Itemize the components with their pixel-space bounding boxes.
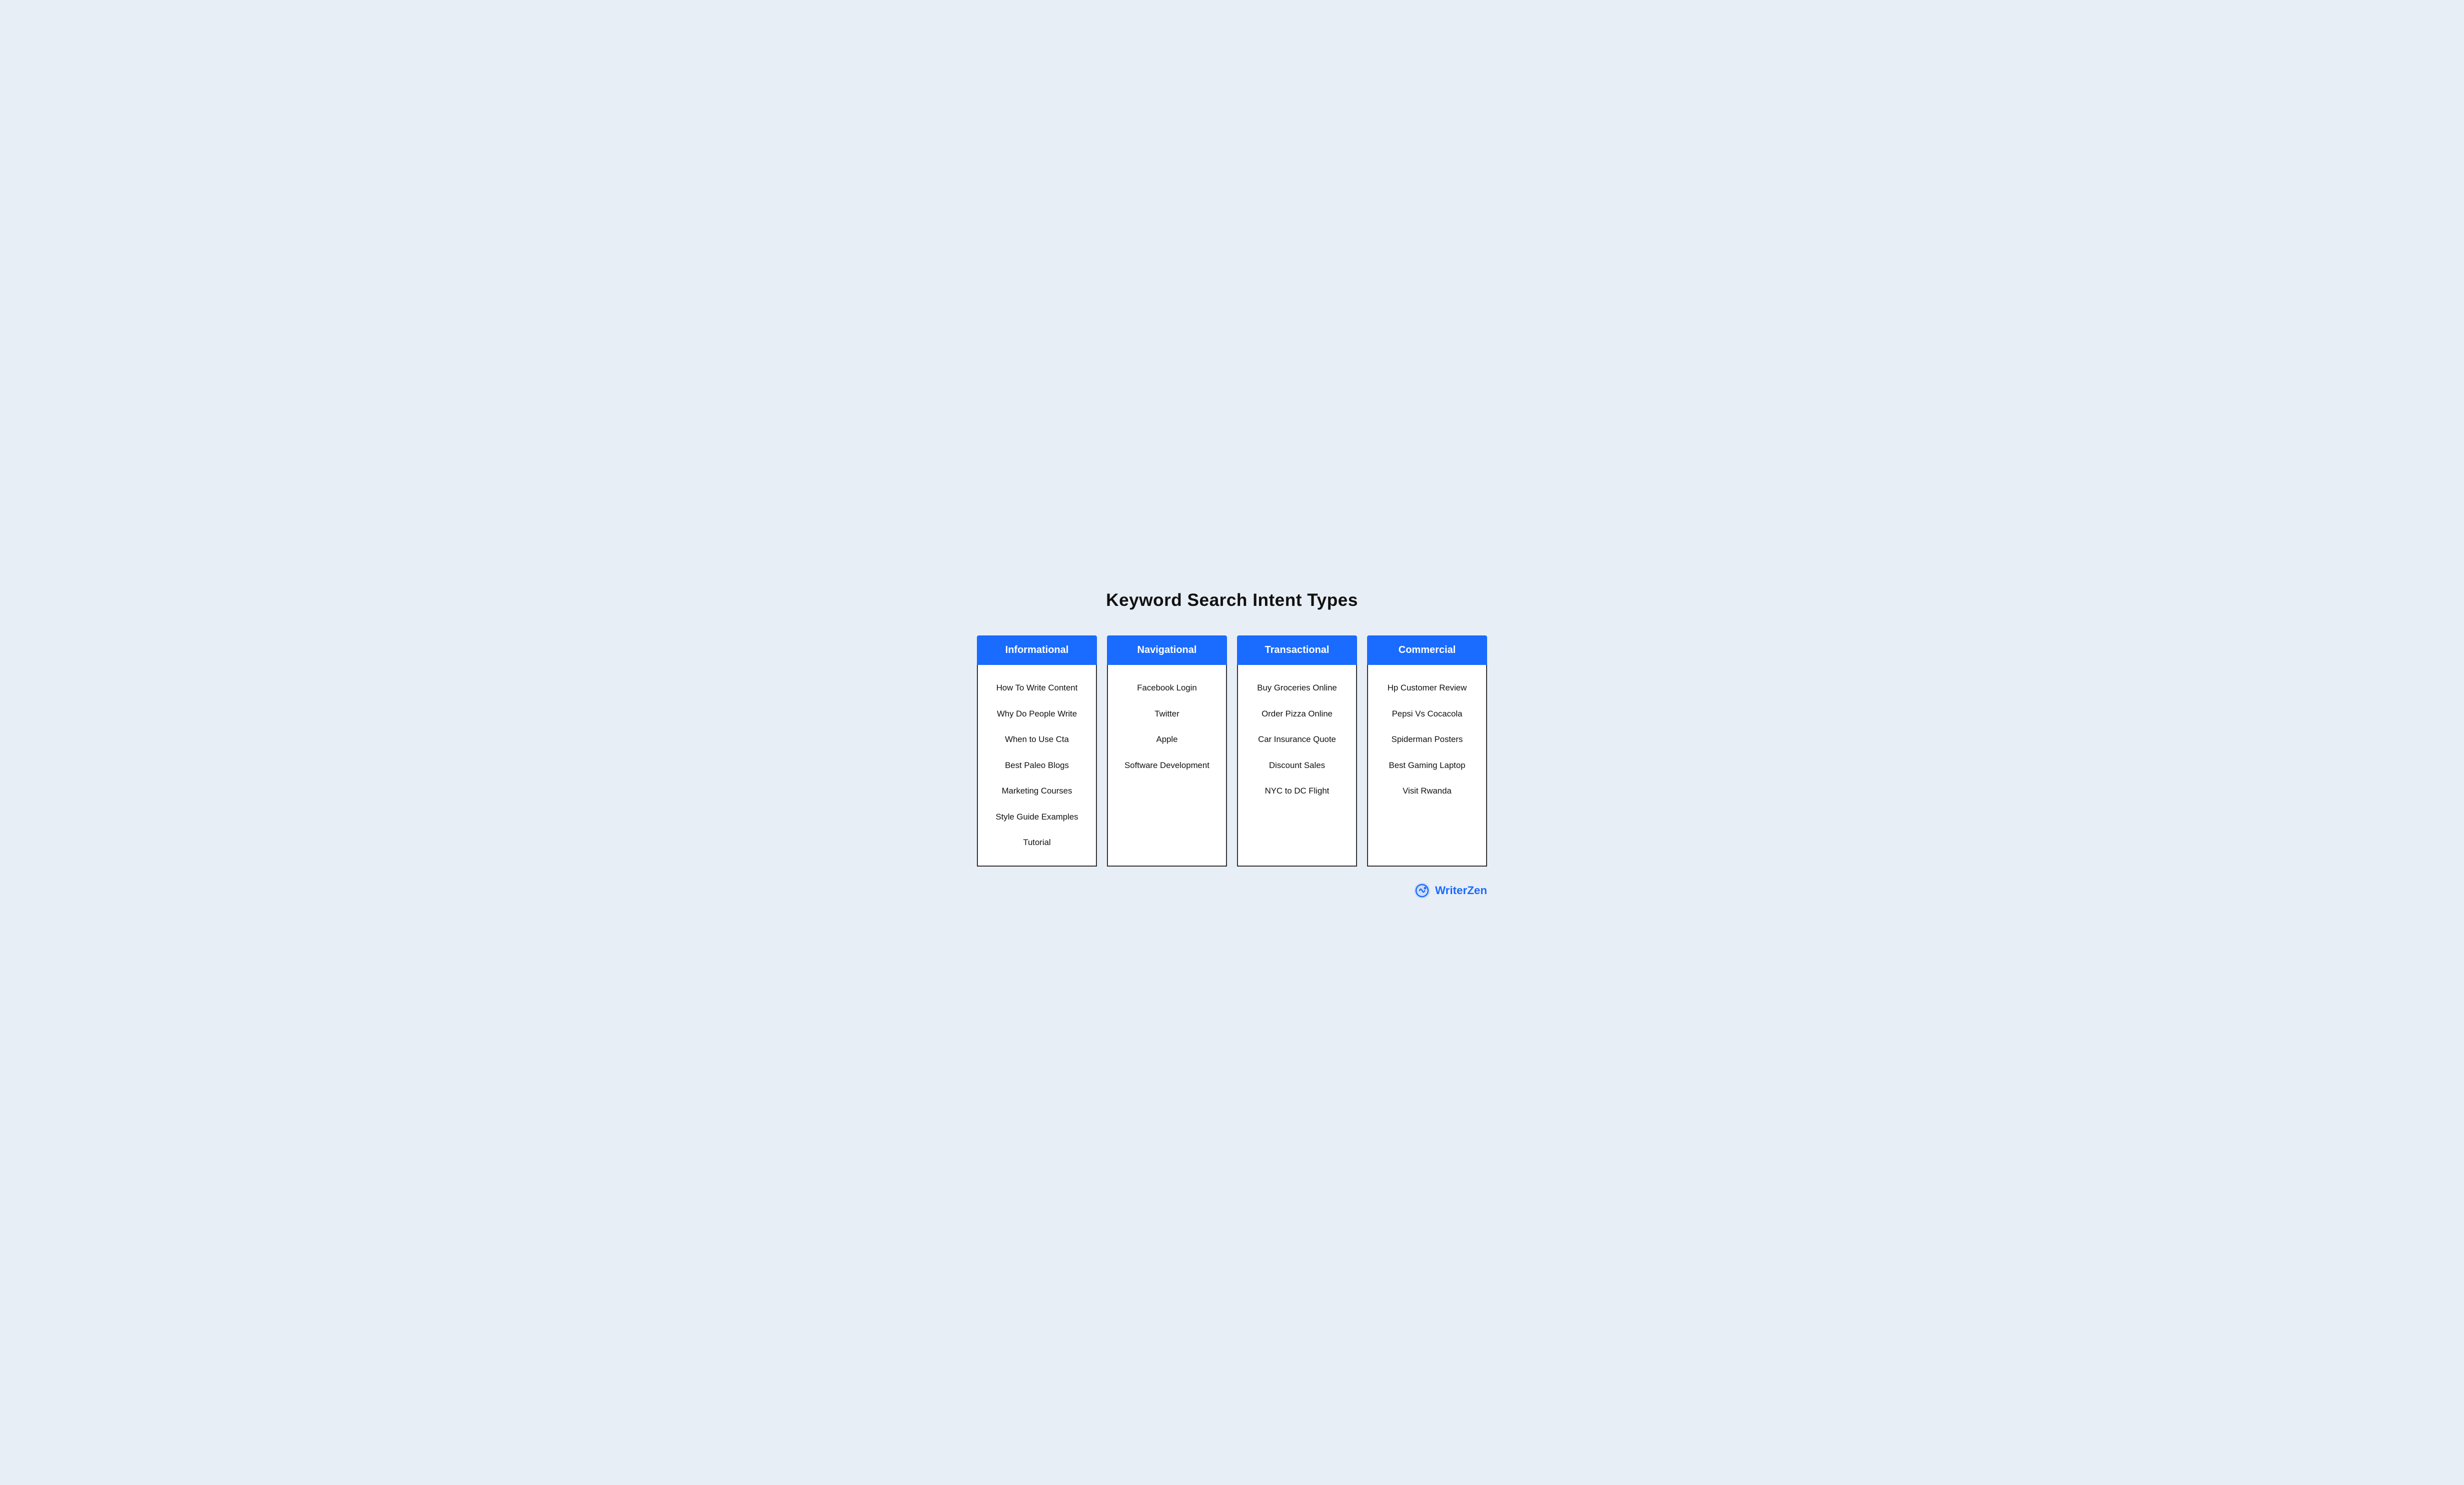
column-item-commercial-2: Spiderman Posters <box>1373 726 1481 753</box>
column-item-informational-2: When to Use Cta <box>983 726 1091 753</box>
page-title: Keyword Search Intent Types <box>977 590 1487 610</box>
column-item-transactional-2: Car Insurance Quote <box>1243 726 1351 753</box>
logo-black-part: Zen <box>1467 884 1487 897</box>
column-commercial: CommercialHp Customer ReviewPepsi Vs Coc… <box>1367 635 1487 867</box>
columns-grid: InformationalHow To Write ContentWhy Do … <box>977 635 1487 867</box>
logo-container: WriterZen <box>1413 882 1487 900</box>
column-header-transactional: Transactional <box>1237 635 1357 665</box>
logo-text: WriterZen <box>1435 884 1487 897</box>
column-item-navigational-1: Twitter <box>1113 701 1221 727</box>
column-item-informational-6: Tutorial <box>983 830 1091 856</box>
logo-blue-part: Writer <box>1435 884 1467 897</box>
column-item-navigational-2: Apple <box>1113 726 1221 753</box>
column-body-navigational: Facebook LoginTwitterAppleSoftware Devel… <box>1107 665 1227 867</box>
column-item-navigational-0: Facebook Login <box>1113 675 1221 701</box>
main-card: Keyword Search Intent Types Informationa… <box>957 565 1507 920</box>
column-item-commercial-1: Pepsi Vs Cocacola <box>1373 701 1481 727</box>
column-item-navigational-3: Software Development <box>1113 753 1221 779</box>
column-item-commercial-0: Hp Customer Review <box>1373 675 1481 701</box>
column-header-navigational: Navigational <box>1107 635 1227 665</box>
column-item-informational-3: Best Paleo Blogs <box>983 753 1091 779</box>
column-header-commercial: Commercial <box>1367 635 1487 665</box>
column-body-informational: How To Write ContentWhy Do People WriteW… <box>977 665 1097 867</box>
column-body-transactional: Buy Groceries OnlineOrder Pizza OnlineCa… <box>1237 665 1357 867</box>
column-item-informational-1: Why Do People Write <box>983 701 1091 727</box>
column-body-commercial: Hp Customer ReviewPepsi Vs CocacolaSpide… <box>1367 665 1487 867</box>
column-item-commercial-4: Visit Rwanda <box>1373 778 1481 804</box>
column-item-transactional-4: NYC to DC Flight <box>1243 778 1351 804</box>
column-item-informational-0: How To Write Content <box>983 675 1091 701</box>
column-transactional: TransactionalBuy Groceries OnlineOrder P… <box>1237 635 1357 867</box>
column-item-transactional-0: Buy Groceries Online <box>1243 675 1351 701</box>
column-informational: InformationalHow To Write ContentWhy Do … <box>977 635 1097 867</box>
column-navigational: NavigationalFacebook LoginTwitterAppleSo… <box>1107 635 1227 867</box>
footer: WriterZen <box>977 882 1487 900</box>
column-item-informational-5: Style Guide Examples <box>983 804 1091 830</box>
column-item-commercial-3: Best Gaming Laptop <box>1373 753 1481 779</box>
column-item-transactional-1: Order Pizza Online <box>1243 701 1351 727</box>
writerzen-logo-icon <box>1413 882 1431 900</box>
column-header-informational: Informational <box>977 635 1097 665</box>
column-item-transactional-3: Discount Sales <box>1243 753 1351 779</box>
column-item-informational-4: Marketing Courses <box>983 778 1091 804</box>
